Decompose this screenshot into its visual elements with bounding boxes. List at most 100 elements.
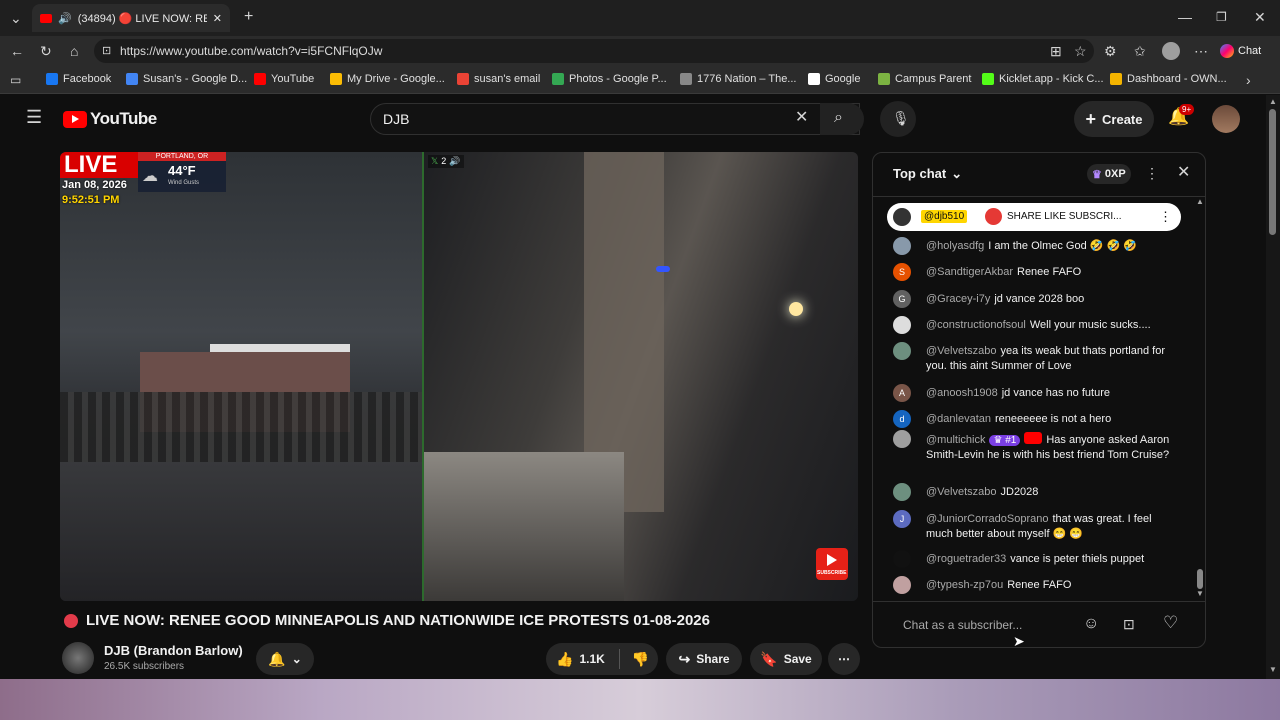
page-scroll-thumb[interactable] xyxy=(1269,109,1276,235)
chat-avatar[interactable]: G xyxy=(893,290,911,308)
channel-avatar[interactable] xyxy=(62,642,94,674)
close-tab-icon[interactable]: ✕ xyxy=(213,12,222,25)
chat-avatar[interactable] xyxy=(893,483,911,501)
bookmark-item[interactable]: Photos - Google P... xyxy=(552,73,667,85)
home-icon[interactable]: ⌂ xyxy=(70,44,78,58)
pinned-more-icon[interactable]: ⋮ xyxy=(1159,209,1172,225)
search-button[interactable]: ⌕ xyxy=(820,103,864,135)
chat-avatar[interactable]: A xyxy=(893,384,911,402)
sidebar-toggle-icon[interactable]: ▭ xyxy=(10,73,21,87)
audio-icon[interactable]: 🔊 xyxy=(58,12,72,25)
chat-author[interactable]: @danlevatan xyxy=(926,413,991,425)
chat-input[interactable]: Chat as a subscriber... xyxy=(903,618,1022,632)
bookmark-item[interactable]: Google xyxy=(808,73,860,85)
chat-author[interactable]: @roguetrader33 xyxy=(926,553,1006,565)
save-button[interactable]: 🔖 Save xyxy=(750,643,822,675)
close-chat-icon[interactable]: ✕ xyxy=(1177,165,1190,181)
bookmark-item[interactable]: Kicklet.app - Kick C... xyxy=(982,73,1104,85)
scroll-thumb[interactable] xyxy=(1197,569,1203,589)
pinned-message[interactable]: @djb510 SHARE LIKE SUBSCRI... ⋮ xyxy=(887,203,1181,231)
super-chat-icon[interactable]: ⊡ xyxy=(1123,617,1135,631)
favorite-star-icon[interactable]: ☆ xyxy=(1074,44,1087,58)
account-avatar[interactable] xyxy=(1212,105,1240,133)
new-tab-icon[interactable]: + xyxy=(244,9,253,25)
bookmark-item[interactable]: Campus Parent xyxy=(878,73,971,85)
bookmark-favicon-icon xyxy=(552,73,564,85)
clear-search-icon[interactable]: ✕ xyxy=(795,110,808,126)
xp-badge[interactable]: ♛ 0XP xyxy=(1087,164,1131,184)
apps-icon[interactable]: ⊞ xyxy=(1050,44,1062,58)
chat-more-icon[interactable]: ⋮ xyxy=(1145,166,1159,180)
chat-author[interactable]: @Gracey-i7y xyxy=(926,293,990,305)
page-scrollbar[interactable]: ▲ ▼ xyxy=(1266,95,1280,679)
profile-avatar[interactable] xyxy=(1162,42,1180,60)
chat-author[interactable]: @anoosh1908 xyxy=(926,387,998,399)
chat-avatar[interactable]: S xyxy=(893,263,911,281)
minimize-icon[interactable]: — xyxy=(1178,10,1192,24)
desktop-background xyxy=(0,679,1280,720)
bookmark-item[interactable]: Dashboard - OWN... xyxy=(1110,73,1227,85)
scroll-down-icon[interactable]: ▼ xyxy=(1196,589,1204,598)
bookmark-item[interactable]: Facebook xyxy=(46,73,111,85)
top-chat-dropdown[interactable]: Top chat ⌄ xyxy=(893,166,962,182)
viewer-overlay: 𝕏 2 🔊 xyxy=(428,155,464,168)
video-player[interactable]: LIVE PORTLAND, OR ☁ 44°F Wind Gusts Jan … xyxy=(60,152,858,601)
favorites-icon[interactable]: ✩ xyxy=(1134,44,1146,58)
voice-search-button[interactable]: 🎙 xyxy=(880,101,916,137)
tab-list-icon[interactable]: ⌄ xyxy=(10,11,22,25)
chat-avatar[interactable] xyxy=(893,576,911,594)
scroll-up-icon[interactable]: ▲ xyxy=(1196,197,1204,206)
bookmark-item[interactable]: My Drive - Google... xyxy=(330,73,445,85)
channel-name[interactable]: DJB (Brandon Barlow) xyxy=(104,643,243,658)
browser-tab[interactable]: 🔊 (34894) 🔴 LIVE NOW: RENE ✕ xyxy=(32,4,230,32)
street-light xyxy=(789,302,803,316)
close-window-icon[interactable]: ✕ xyxy=(1254,10,1266,24)
chat-avatar[interactable] xyxy=(893,550,911,568)
emoji-icon[interactable]: ☺ xyxy=(1083,616,1099,632)
chat-avatar[interactable]: d xyxy=(893,410,911,428)
dislike-button[interactable]: 👎 xyxy=(632,651,649,668)
bookmarks-bar: ▭ Facebook Susan's - Google D... YouTube My… xyxy=(0,66,1280,94)
chat-author[interactable]: @typesh-zp7ou xyxy=(926,579,1003,591)
chat-author[interactable]: @JuniorCorradoSoprano xyxy=(926,513,1048,525)
chat-avatar[interactable] xyxy=(893,237,911,255)
chat-author[interactable]: @constructionofsoul xyxy=(926,319,1026,331)
more-bookmarks-icon[interactable]: › xyxy=(1246,73,1251,87)
chat-avatar[interactable] xyxy=(893,430,911,448)
chat-avatar[interactable] xyxy=(893,342,911,360)
page-scroll-down-icon[interactable]: ▼ xyxy=(1269,665,1277,674)
chat-scrollbar[interactable]: ▲ ▼ xyxy=(1196,197,1204,601)
page-scroll-up-icon[interactable]: ▲ xyxy=(1269,97,1277,106)
subscribe-watermark[interactable]: SUBSCRIBE xyxy=(816,548,848,580)
copilot-chat-button[interactable]: Chat xyxy=(1220,40,1274,62)
site-info-icon[interactable]: ⊡ xyxy=(102,44,111,57)
heart-icon[interactable]: ♡ xyxy=(1163,614,1178,631)
bookmark-item[interactable]: 1776 Nation – The... xyxy=(680,73,796,85)
chat-avatar[interactable] xyxy=(893,316,911,334)
bookmark-item[interactable]: Susan's - Google D... xyxy=(126,73,247,85)
more-menu-icon[interactable]: ⋯ xyxy=(1194,44,1208,58)
subscribed-notifications-button[interactable]: 🔔 ⌄ xyxy=(256,643,314,675)
more-actions-button[interactable]: ⋯ xyxy=(828,643,860,675)
refresh-icon[interactable]: ↻ xyxy=(40,44,52,58)
maximize-icon[interactable]: ❐ xyxy=(1216,10,1227,24)
bookmark-item[interactable]: YouTube xyxy=(254,73,314,85)
menu-icon[interactable]: ☰ xyxy=(26,108,42,126)
bookmark-favicon-icon xyxy=(457,73,469,85)
share-button[interactable]: ↪ Share xyxy=(666,643,742,675)
extensions-icon[interactable]: ⚙ xyxy=(1104,44,1117,58)
create-button[interactable]: + Create xyxy=(1074,101,1154,137)
bookmark-item[interactable]: susan's email xyxy=(457,73,540,85)
notifications-button[interactable]: 🔔 9+ xyxy=(1168,104,1195,129)
url-field[interactable]: ⊡ https://www.youtube.com/watch?v=i5FCNF… xyxy=(94,39,1094,63)
chat-author[interactable]: @multichick xyxy=(926,434,985,446)
search-input[interactable]: DJB xyxy=(370,103,860,135)
chat-avatar[interactable]: J xyxy=(893,510,911,528)
chat-author[interactable]: @holyasdfg xyxy=(926,240,984,252)
chat-author[interactable]: @SandtigerAkbar xyxy=(926,266,1013,278)
chat-author[interactable]: @Velvetszabo xyxy=(926,486,997,498)
like-button[interactable]: 👍 1.1K xyxy=(556,651,605,668)
chat-author[interactable]: @Velvetszabo xyxy=(926,345,997,357)
youtube-logo[interactable]: YouTube xyxy=(63,109,157,129)
back-icon[interactable]: ← xyxy=(10,44,24,58)
